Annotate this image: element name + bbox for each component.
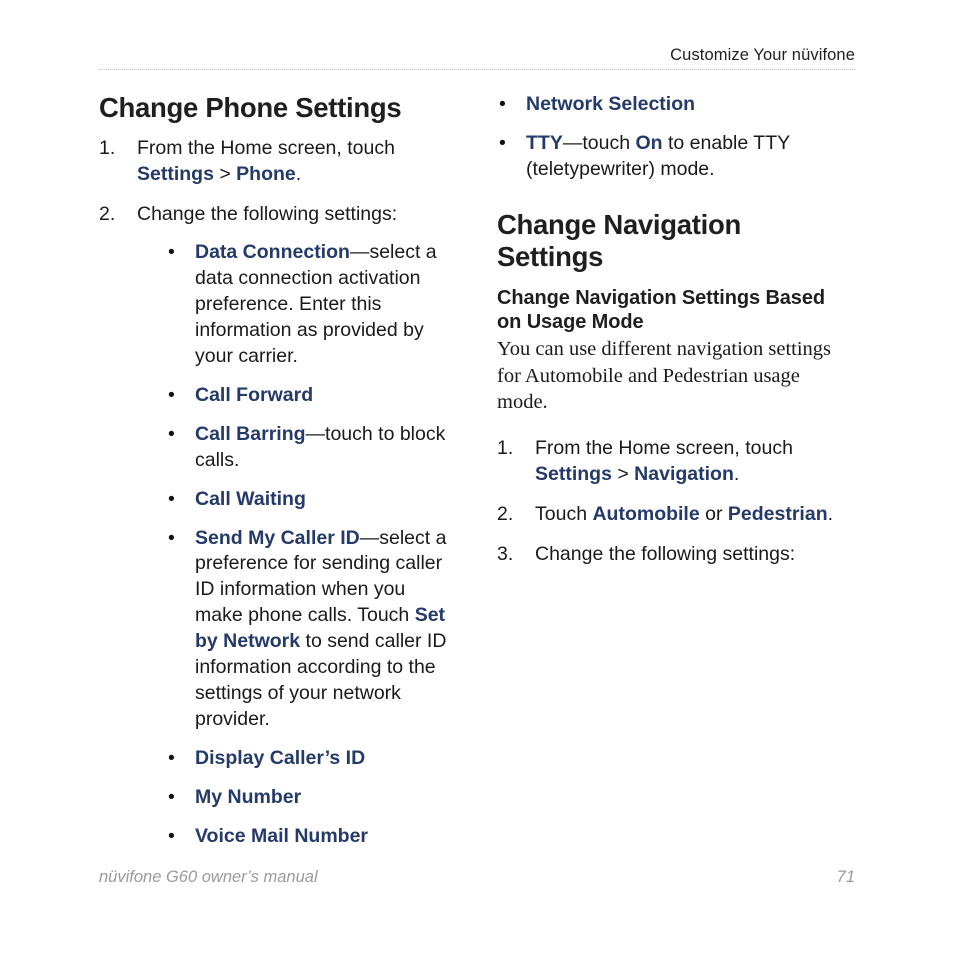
ui-term: Call Barring: [195, 422, 306, 445]
nested-bullet-list: • Data Connection—select a data connectio…: [166, 240, 456, 849]
step-number: 2.: [99, 203, 116, 226]
bullet-dot-icon: •: [168, 487, 175, 510]
page-title-phone-settings: Change Phone Settings: [99, 92, 402, 123]
phone-settings-continued-bullets: • Network Selection • TTY—touch On to enabl…: [497, 92, 854, 183]
bullet-item: • Call Forward: [166, 383, 456, 409]
ui-term: Send My Caller ID: [195, 526, 360, 549]
ui-term: Set by Network: [195, 604, 446, 653]
step-item: 2. Touch Automobile or Pedestrian.: [497, 502, 854, 528]
bullet-item: • Call Waiting: [166, 487, 456, 513]
step-item: 3. Change the following settings:: [497, 542, 854, 568]
ui-term: Call Forward: [195, 383, 314, 406]
bullet-item: • Send My Caller ID—select a preference f…: [168, 526, 447, 730]
bullet-dot-icon: •: [168, 383, 175, 406]
ui-term: Settings: [137, 163, 214, 186]
ui-term: On: [635, 131, 663, 154]
left-column: Change Phone Settings 1. From the Home sc…: [99, 92, 456, 850]
subheading-usage-mode: Change Navigation Settings Based on Usag…: [497, 286, 825, 334]
bullet-item: • Voice Mail Number: [166, 824, 456, 850]
bullet-dot-icon: •: [499, 131, 506, 154]
intro-paragraph: You can use different navigation setting…: [497, 338, 832, 414]
navigation-settings-steps: 1. From the Home screen, touch Settings >…: [497, 436, 854, 568]
bullet-dot-icon: •: [168, 241, 175, 264]
bullet-dot-icon: •: [168, 824, 175, 847]
bullet-dot-icon: •: [168, 422, 175, 445]
step-number: 2.: [497, 502, 514, 525]
bullet-item: • TTY—touch On to enable TTY (teletypewri…: [499, 131, 790, 180]
ui-term: Phone: [236, 163, 296, 186]
footer-page-number: 71: [836, 868, 855, 886]
page-title-navigation-settings: Change Navigation Settings: [497, 208, 741, 273]
step-item: 1. From the Home screen, touch Settings >…: [497, 436, 793, 485]
step-number: 1.: [99, 137, 116, 160]
bullet-item: • Data Connection—select a data connectio…: [168, 241, 437, 367]
bullet-item: • Network Selection: [497, 92, 854, 118]
bullet-dot-icon: •: [168, 785, 175, 808]
header-rule: [99, 69, 855, 71]
step-item: 2. Change the following settings: • Data Co…: [99, 202, 456, 849]
ui-term: Call Waiting: [195, 487, 306, 510]
ui-term: Automobile: [592, 502, 700, 525]
footer-manual-name: nüvifone G60 owner’s manual: [99, 868, 318, 886]
ui-term: My Number: [195, 785, 302, 808]
bullet-dot-icon: •: [168, 526, 175, 549]
bullet-item: • Call Barring—touch to block calls.: [168, 422, 446, 471]
bullet-dot-icon: •: [499, 93, 506, 115]
phone-settings-steps: 1. From the Home screen, touch Settings >…: [99, 136, 456, 849]
manual-page: Customize Your nüvifone Change Phone Set…: [0, 0, 954, 954]
ui-term: Display Caller’s ID: [195, 746, 366, 769]
step-item: 1. From the Home screen, touch Settings >…: [99, 137, 395, 186]
bullet-item: • My Number: [166, 785, 456, 811]
ui-term: Navigation: [634, 462, 734, 485]
ui-term: TTY: [526, 131, 563, 154]
step-number: 3.: [497, 542, 514, 565]
step-number: 1.: [497, 436, 514, 459]
running-header: Customize Your nüvifone: [670, 46, 855, 64]
page-footer: nüvifone G60 owner’s manual 71: [99, 868, 855, 887]
right-column: • Network Selection • TTY—touch On to enabl…: [497, 92, 854, 567]
ui-term: Voice Mail Number: [195, 824, 369, 847]
ui-term: Data Connection: [195, 241, 350, 264]
bullet-dot-icon: •: [168, 746, 175, 769]
ui-term: Pedestrian: [727, 502, 828, 525]
bullet-item: • Display Caller’s ID: [166, 746, 456, 772]
ui-term: Settings: [535, 462, 612, 485]
ui-term: Network Selection: [526, 93, 696, 115]
